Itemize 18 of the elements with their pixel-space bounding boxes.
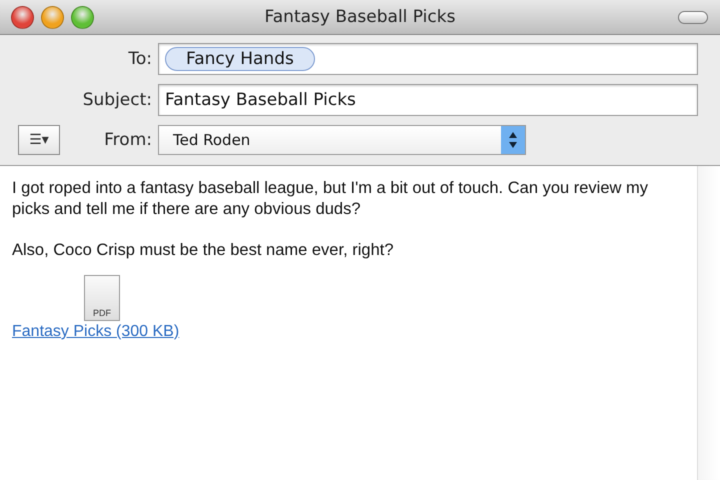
stepper-icon <box>501 126 525 154</box>
subject-field[interactable]: Fantasy Baseball Picks <box>158 84 698 116</box>
recipient-token[interactable]: Fancy Hands <box>165 47 315 71</box>
to-label: To: <box>128 49 152 69</box>
message-paragraph: I got roped into a fantasy baseball league, but I'm a bit out of touch. Can you review my picks and tell me if there are any obvious duds? <box>12 178 650 220</box>
message-paragraph: Also, Coco Crisp must be the best name ever, right? <box>12 240 395 261</box>
window-title: Fantasy Baseball Picks <box>264 7 456 27</box>
to-field[interactable]: Fancy Hands <box>158 43 698 75</box>
attachment-link[interactable]: Fantasy Picks (300 KB) <box>12 323 180 341</box>
from-select[interactable]: Ted Roden <box>158 125 526 155</box>
subject-label: Subject: <box>82 90 152 110</box>
pdf-file-icon[interactable]: PDF <box>84 275 120 321</box>
close-button[interactable] <box>11 6 34 28</box>
from-label: From: <box>104 130 152 150</box>
zoom-button[interactable] <box>71 6 94 28</box>
minimize-button[interactable] <box>41 6 64 28</box>
header-menu-button[interactable]: ☰▾ <box>18 125 60 155</box>
toolbar-toggle-button[interactable] <box>678 10 708 24</box>
